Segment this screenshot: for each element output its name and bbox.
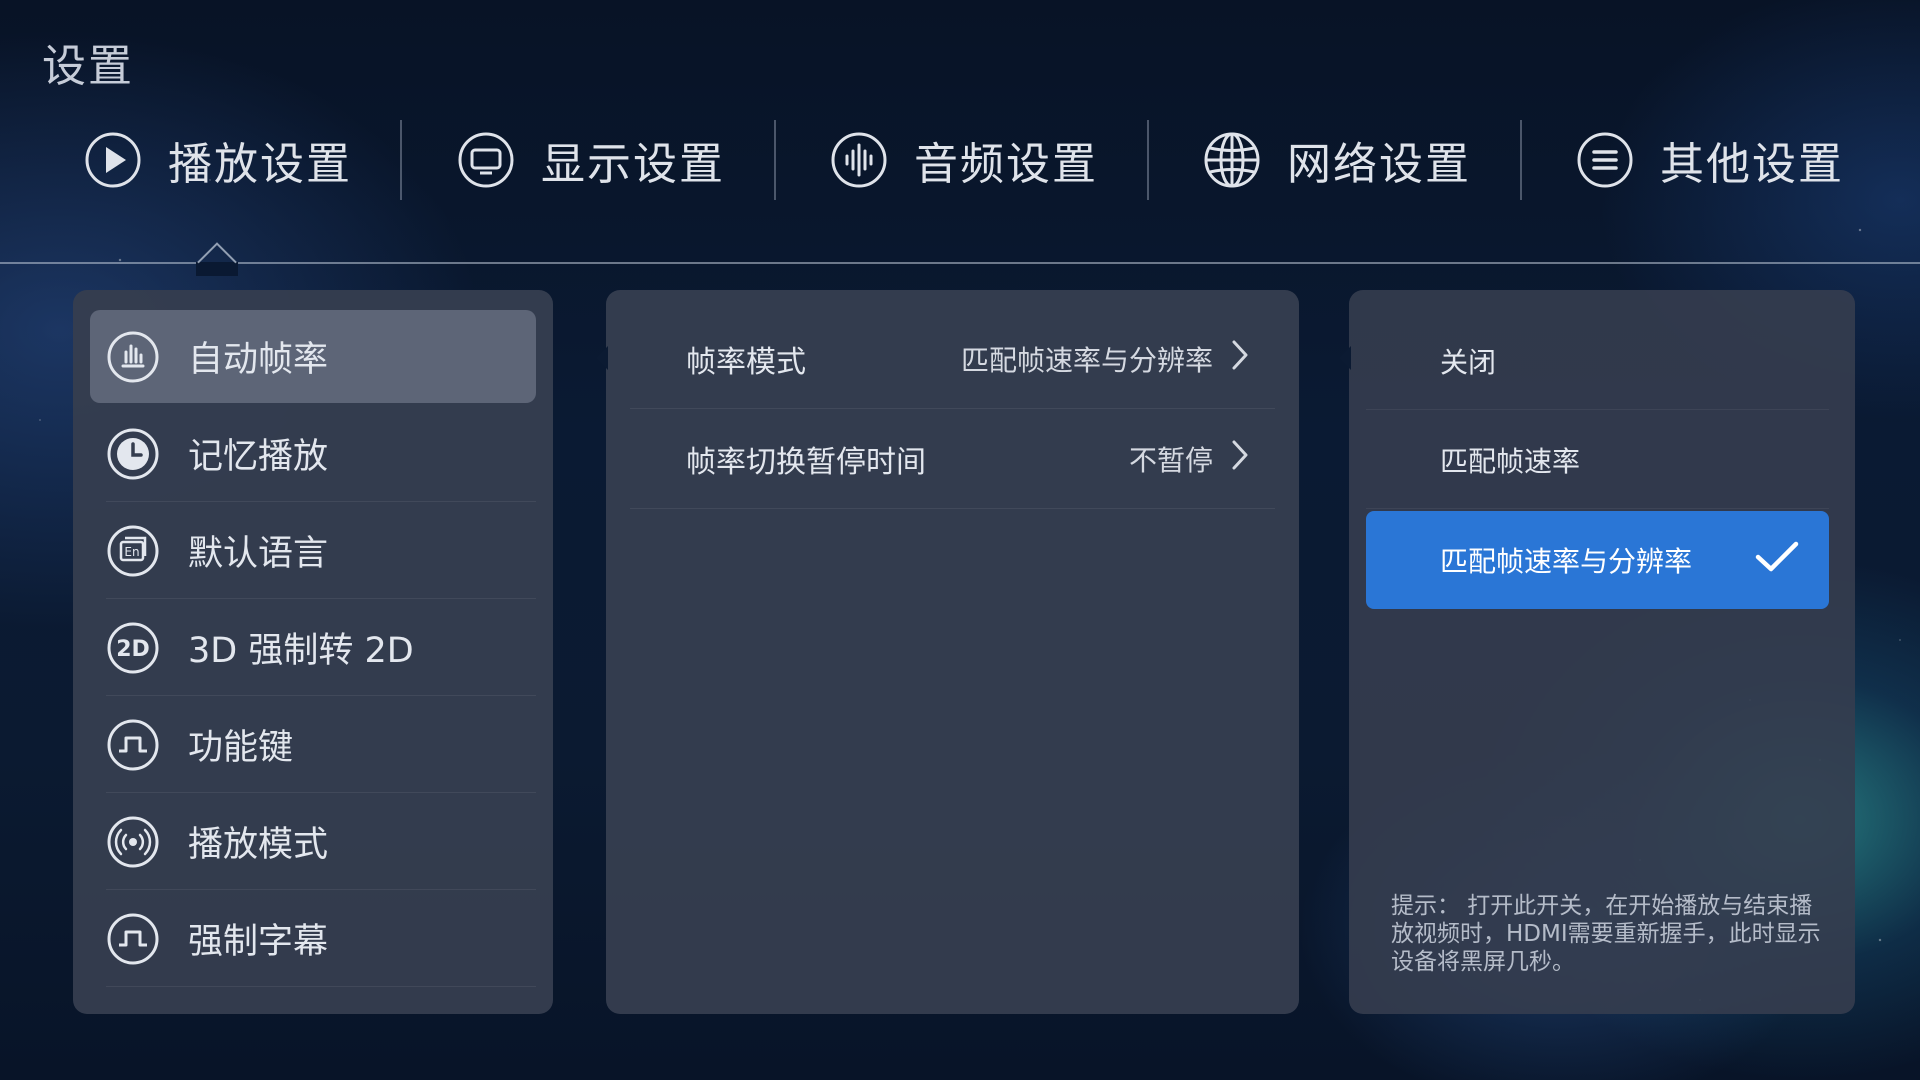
- menu-item-resume-playback[interactable]: 记忆播放: [90, 407, 536, 502]
- globe-icon: [1203, 131, 1261, 189]
- option-label: 匹配帧速率: [1440, 444, 1581, 478]
- setting-frame-rate-switch-pause[interactable]: 帧率切换暂停时间 不暂停: [630, 409, 1275, 509]
- tab-label: 其他设置: [1660, 139, 1844, 190]
- option-off[interactable]: 关闭: [1366, 312, 1829, 410]
- play-icon: [84, 131, 142, 189]
- checkmark-icon: [1755, 541, 1799, 580]
- menu-item-auto-frame-rate[interactable]: 自动帧率: [90, 310, 536, 403]
- left-menu-panel: 自动帧率 记忆播放 En 默认语言 2D 3D 强制转 2D 功能键 播放模式: [73, 290, 553, 1014]
- broadcast-icon: [106, 815, 160, 869]
- page-title: 设置: [42, 41, 134, 92]
- menu-item-label: 3D 强制转 2D: [188, 631, 414, 671]
- divider: [106, 695, 536, 696]
- menu-item-default-language[interactable]: En 默认语言: [90, 504, 536, 599]
- panel-pointer: [1339, 346, 1351, 370]
- tab-divider: [400, 120, 402, 200]
- tab-divider: [1520, 120, 1522, 200]
- chevron-right-icon: [1229, 338, 1251, 379]
- menu-item-label: 记忆播放: [188, 437, 329, 477]
- svg-text:2D: 2D: [116, 637, 150, 662]
- menu-item-label: 功能键: [188, 728, 294, 768]
- divider: [106, 501, 536, 502]
- option-match-frame-rate-and-resolution[interactable]: 匹配帧速率与分辨率: [1366, 511, 1829, 609]
- divider: [106, 986, 536, 987]
- svg-text:En: En: [124, 545, 139, 559]
- language-en-icon: En: [106, 524, 160, 578]
- divider: [106, 889, 536, 890]
- 2d-icon: 2D: [106, 621, 160, 675]
- audio-wave-icon: [830, 131, 888, 189]
- setting-frame-rate-mode[interactable]: 帧率模式 匹配帧速率与分辨率: [630, 309, 1275, 409]
- option-label: 关闭: [1440, 345, 1497, 379]
- settings-panel: 帧率模式 匹配帧速率与分辨率 帧率切换暂停时间 不暂停: [596, 290, 1299, 1014]
- tab-underline: [0, 262, 1920, 264]
- options-panel: 关闭 匹配帧速率 匹配帧速率与分辨率 提示： 打开此开关，在开始播放与结束播放视…: [1339, 290, 1855, 1014]
- tab-playback-settings[interactable]: 播放设置: [84, 118, 352, 202]
- tab-label: 播放设置: [168, 139, 352, 190]
- menu-item-label: 强制字幕: [188, 922, 329, 962]
- tab-label: 网络设置: [1287, 139, 1471, 190]
- tab-label: 音频设置: [914, 139, 1098, 190]
- menu-item-label: 默认语言: [188, 534, 329, 574]
- menu-item-force-subtitles[interactable]: 强制字幕: [90, 892, 536, 987]
- option-label: 匹配帧速率与分辨率: [1440, 545, 1693, 578]
- tab-network-settings[interactable]: 网络设置: [1203, 118, 1471, 202]
- clock-icon: [106, 427, 160, 481]
- menu-icon: [1576, 131, 1634, 189]
- setting-label: 帧率模式: [686, 344, 806, 380]
- divider: [106, 792, 536, 793]
- pulse-icon: [106, 912, 160, 966]
- pulse-icon: [106, 718, 160, 772]
- menu-item-function-key[interactable]: 功能键: [90, 698, 536, 793]
- option-match-frame-rate[interactable]: 匹配帧速率: [1366, 411, 1829, 509]
- setting-label: 帧率切换暂停时间: [686, 444, 926, 480]
- tab-divider: [774, 120, 776, 200]
- menu-item-force-3d-to-2d[interactable]: 2D 3D 强制转 2D: [90, 601, 536, 696]
- monitor-icon: [457, 131, 515, 189]
- chevron-right-icon: [1229, 438, 1251, 479]
- setting-value: 匹配帧速率与分辨率: [960, 343, 1213, 377]
- menu-item-label: 播放模式: [188, 825, 329, 865]
- panel-pointer: [596, 346, 608, 370]
- tab-display-settings[interactable]: 显示设置: [457, 118, 725, 202]
- setting-value: 不暂停: [1128, 443, 1213, 477]
- tab-audio-settings[interactable]: 音频设置: [830, 118, 1098, 202]
- menu-item-playback-mode[interactable]: 播放模式: [90, 795, 536, 890]
- tab-divider: [1147, 120, 1149, 200]
- hint-text: 提示： 打开此开关，在开始播放与结束播放视频时，HDMI需要重新握手，此时显示设…: [1391, 893, 1821, 975]
- bar-chart-icon: [106, 330, 160, 384]
- tab-other-settings[interactable]: 其他设置: [1576, 118, 1844, 202]
- divider: [106, 598, 536, 599]
- tab-label: 显示设置: [541, 139, 725, 190]
- menu-item-label: 自动帧率: [188, 340, 329, 380]
